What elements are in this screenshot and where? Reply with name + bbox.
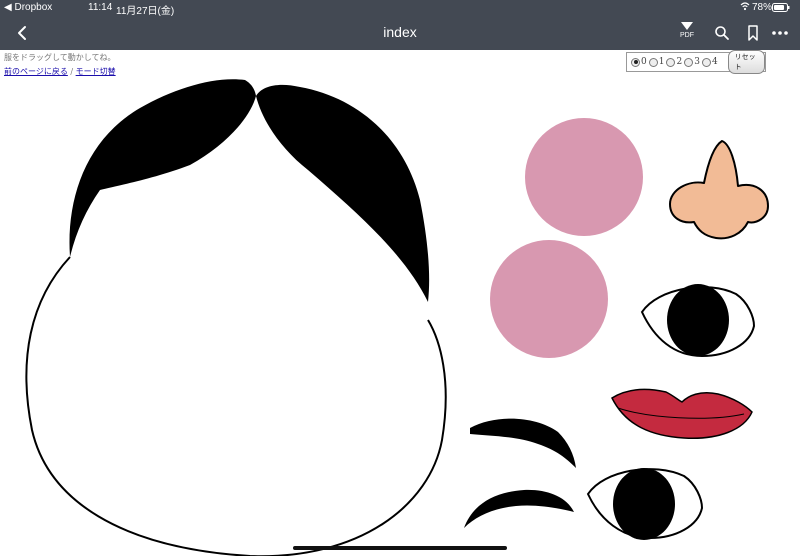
- eye-piece[interactable]: [638, 282, 758, 360]
- nose-piece[interactable]: [664, 138, 770, 244]
- eyebrow-piece[interactable]: [462, 486, 576, 530]
- cheek-piece[interactable]: [490, 240, 608, 358]
- hair: [69, 79, 430, 302]
- home-indicator: [293, 546, 507, 550]
- cheek-piece[interactable]: [525, 118, 643, 236]
- lips-piece[interactable]: [608, 386, 754, 442]
- eyebrow-piece[interactable]: [466, 414, 578, 470]
- eye-piece[interactable]: [584, 464, 706, 542]
- face-outline: [25, 256, 447, 556]
